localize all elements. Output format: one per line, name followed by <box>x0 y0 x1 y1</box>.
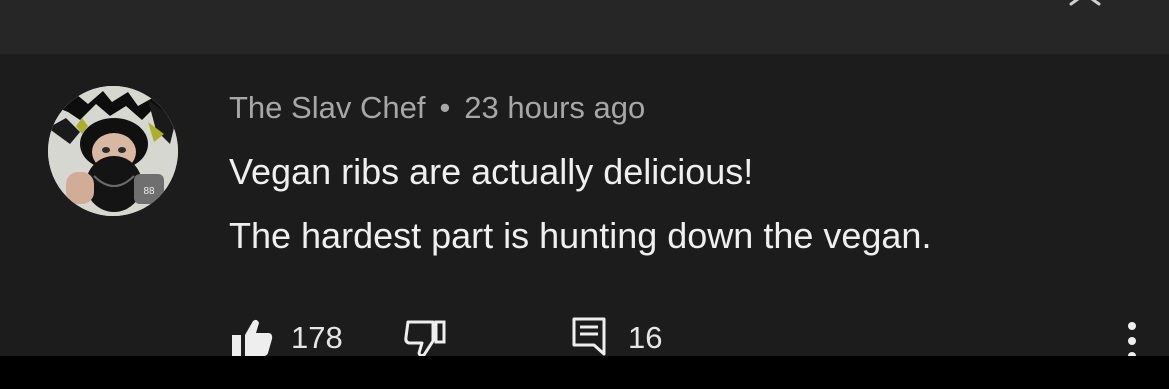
author-name[interactable]: The Slav Chef <box>229 88 425 128</box>
svg-text:88: 88 <box>143 186 155 197</box>
meta-separator: • <box>439 90 451 125</box>
close-icon[interactable] <box>1068 0 1102 12</box>
bottom-strip <box>0 356 1169 389</box>
like-count: 178 <box>291 320 343 355</box>
comment-time: 23 hours ago <box>464 90 646 125</box>
dislike-icon[interactable] <box>402 318 448 358</box>
comment-text-line-2: The hardest part is hunting down the veg… <box>229 215 932 256</box>
back-arrow-icon[interactable] <box>64 0 104 12</box>
comment-screen: 88 The Slav Chef • 23 hours ago Vegan ri… <box>0 0 1169 389</box>
top-bar <box>0 0 1169 54</box>
replies-icon[interactable] <box>571 316 607 356</box>
like-icon[interactable] <box>230 318 274 358</box>
avatar-image: 88 <box>48 86 178 216</box>
reply-count: 16 <box>628 320 663 355</box>
comment-meta: The Slav Chef • 23 hours ago <box>229 88 645 128</box>
title-fragment-icon <box>210 0 370 4</box>
comment-thread-item: 88 The Slav Chef • 23 hours ago Vegan ri… <box>0 54 1169 360</box>
avatar[interactable]: 88 <box>48 86 178 216</box>
comment-text-line-1: Vegan ribs are actually delicious! <box>229 151 754 192</box>
